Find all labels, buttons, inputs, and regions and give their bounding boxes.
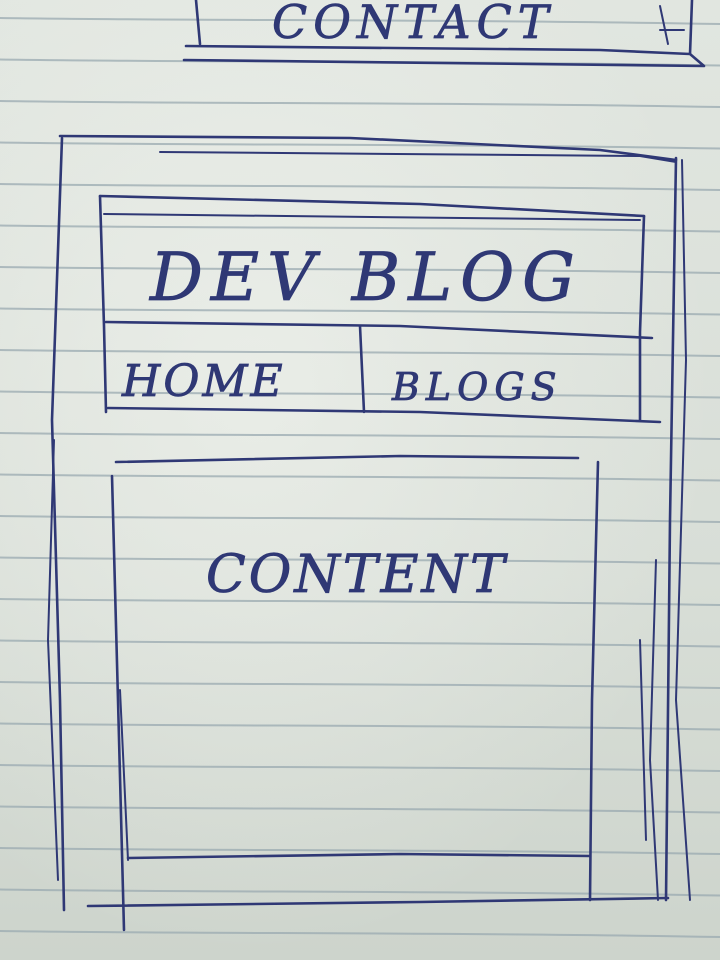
content-box: CONTENT <box>110 454 600 932</box>
nav-bar: HOME BLOGS <box>121 356 563 410</box>
contact-box: CONTACT <box>182 0 706 68</box>
wireframe-sketch: CONTACT DEV BLOG HOME BLOGS CONTENT <box>47 0 706 932</box>
nav-item-blogs: BLOGS <box>391 365 563 409</box>
header-title: DEV BLOG <box>149 239 583 316</box>
nav-item-home: HOME <box>121 356 286 407</box>
notebook-paper: CONTACT DEV BLOG HOME BLOGS CONTENT <box>0 0 720 960</box>
contact-label: CONTACT <box>272 0 554 49</box>
content-label: CONTENT <box>206 545 508 605</box>
